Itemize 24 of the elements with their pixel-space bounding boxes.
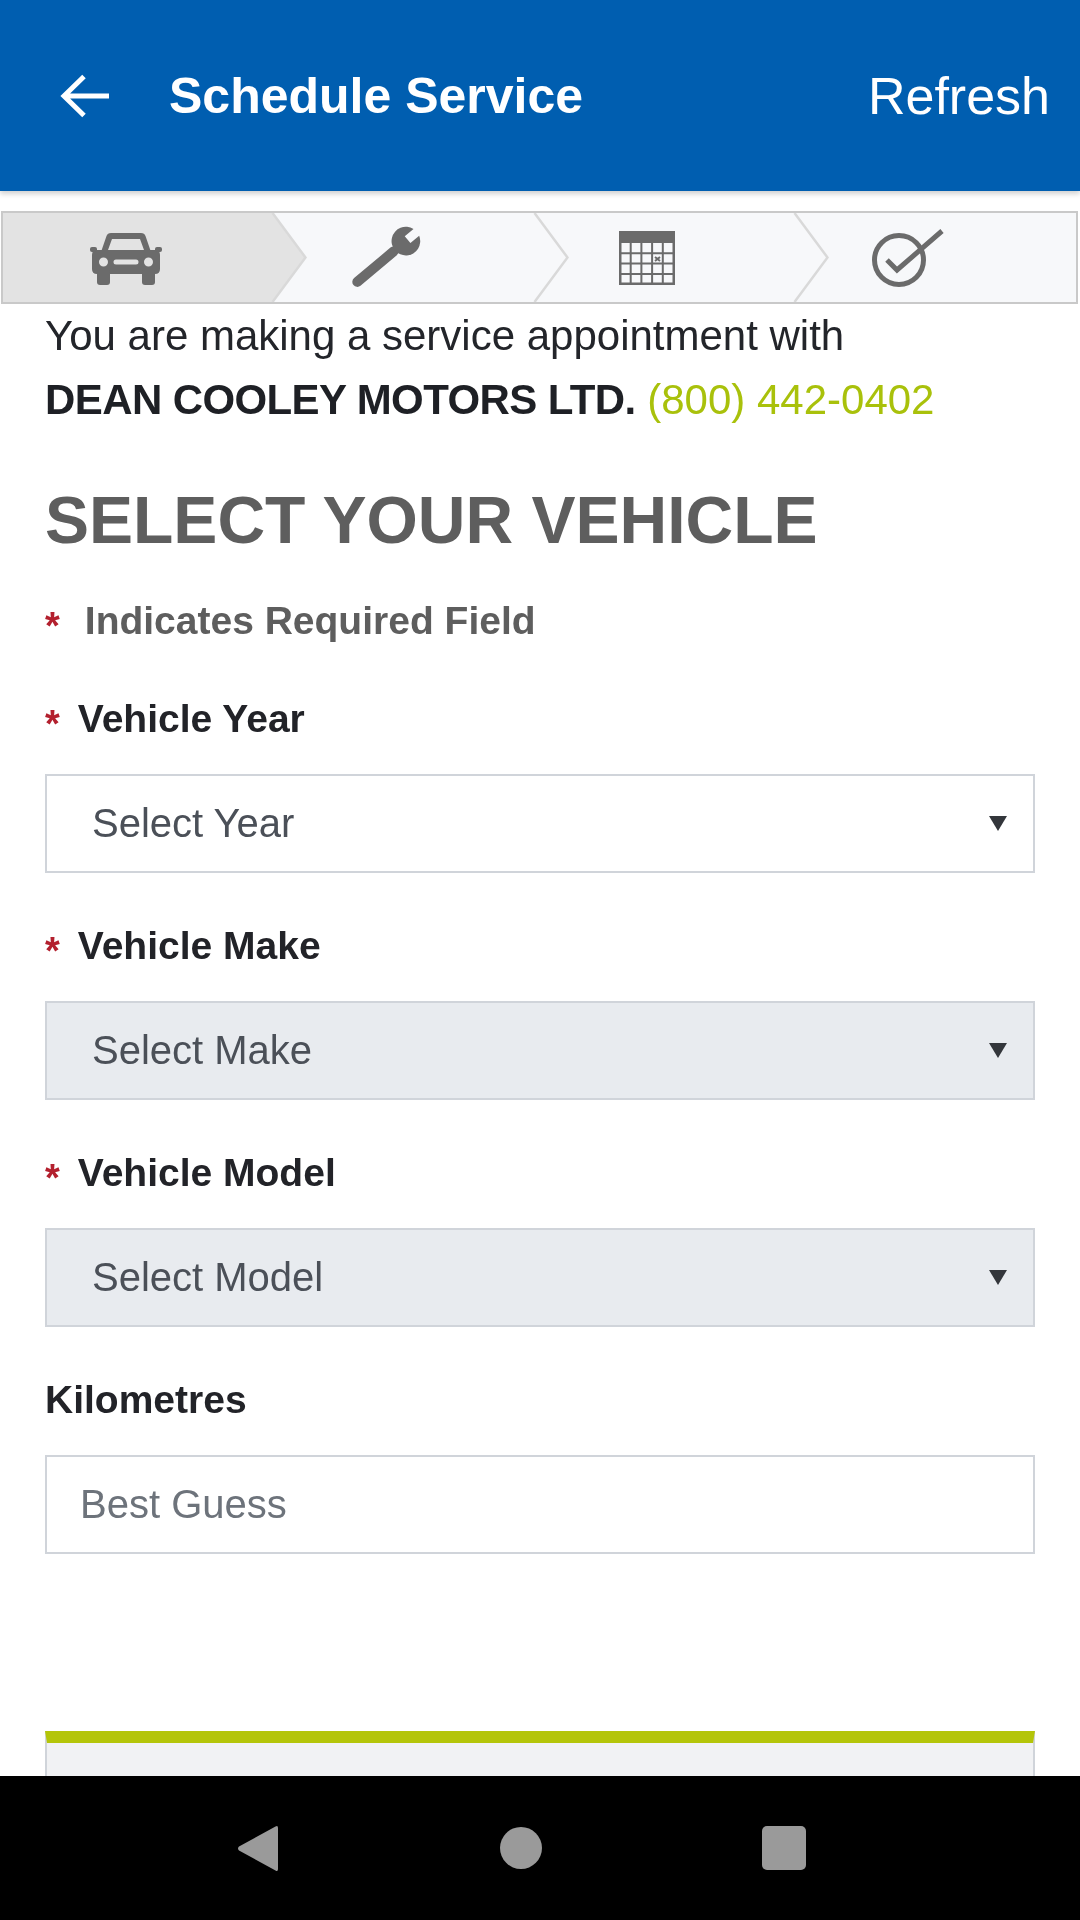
field-label: Vehicle Make	[77, 924, 321, 968]
required-note: Indicates Required Field	[84, 599, 536, 643]
required-asterisk: *	[45, 929, 60, 970]
required-asterisk: *	[45, 1156, 60, 1197]
field-label: Kilometres	[45, 1378, 247, 1422]
input-field[interactable]: Best Guess	[45, 1455, 1035, 1554]
caret-icon	[989, 1270, 1007, 1285]
required-asterisk: *	[45, 702, 60, 743]
screen-title: Schedule Service	[169, 66, 585, 125]
wrench-icon	[349, 225, 421, 290]
field-label: Vehicle Model	[77, 1151, 336, 1195]
intro-text: You are making a service appointment with DEAN COOLEY MOTORS LTD. (800) 442-0402	[45, 311, 936, 425]
checkmark-circle-icon	[870, 228, 944, 287]
back-arrow-icon[interactable]	[59, 73, 109, 118]
calendar-icon	[619, 230, 675, 285]
caret-icon	[989, 1043, 1007, 1058]
home-icon[interactable]	[500, 1827, 542, 1869]
dropdown[interactable]: Select Year	[45, 774, 1035, 873]
caret-icon	[989, 816, 1007, 831]
section-heading: SELECT YOUR VEHICLE	[45, 482, 819, 559]
required-asterisk: *	[45, 604, 60, 645]
refresh-button[interactable]: Refresh	[867, 65, 1050, 126]
field-label: Vehicle Year	[77, 697, 305, 741]
back-icon[interactable]	[237, 1824, 279, 1872]
